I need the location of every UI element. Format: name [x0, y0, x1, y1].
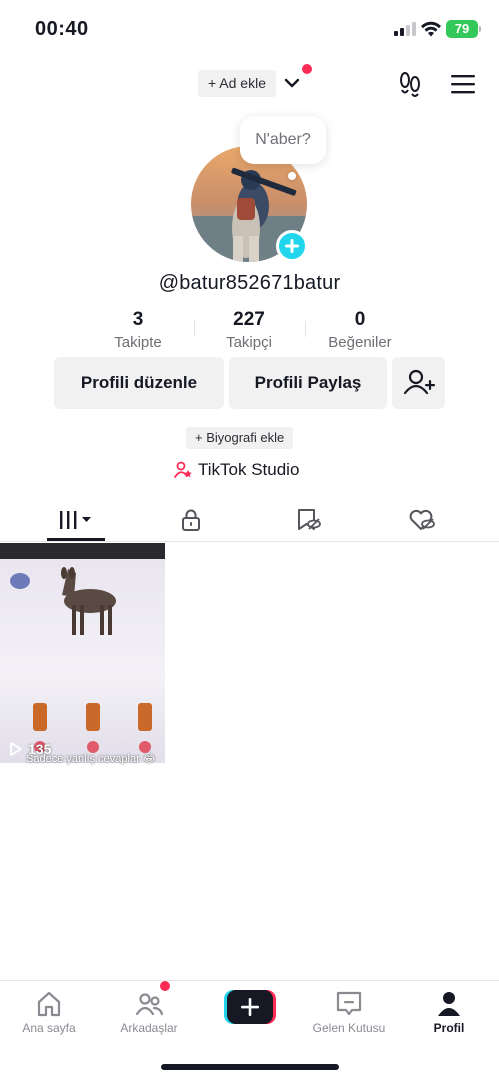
bookmark-hidden-icon [298, 509, 321, 530]
stat-following-label: Takipte [114, 334, 162, 351]
chevron-down-icon[interactable] [283, 74, 301, 92]
stat-likes[interactable]: 0 Beğeniler [305, 309, 415, 351]
heart-hidden-icon [409, 509, 435, 530]
active-tab-indicator [47, 538, 105, 541]
friends-icon [135, 993, 164, 1016]
status-bar: 00:40 79 [0, 0, 499, 58]
add-friend-button[interactable] [392, 357, 445, 409]
add-bio-button[interactable]: + Biyografi ekle [186, 427, 294, 449]
battery-indicator: 79 [446, 20, 478, 38]
tab-reposts[interactable] [278, 500, 338, 540]
lock-icon [182, 509, 200, 531]
friends-notification-dot [160, 981, 170, 991]
nav-home-label: Ana sayfa [22, 1021, 76, 1035]
nav-home[interactable]: Ana sayfa [4, 989, 94, 1035]
tab-videos[interactable] [46, 500, 106, 540]
battery-tip [479, 26, 481, 32]
inbox-icon [336, 991, 362, 1016]
nav-friends-label: Arkadaşlar [120, 1021, 178, 1035]
video-caption: Sadece yanlış cevaplar 😂 [26, 753, 156, 765]
status-time: 00:40 [35, 18, 89, 40]
status-bubble[interactable]: N'aber? [240, 116, 326, 164]
profile-username: @batur852671batur [158, 272, 341, 294]
stat-likes-label: Beğeniler [328, 334, 392, 351]
stat-following-value: 3 [132, 309, 144, 330]
home-indicator [161, 1064, 339, 1070]
edit-profile-button[interactable]: Profili düzenle [54, 357, 224, 409]
nav-inbox-label: Gelen Kutusu [312, 1021, 386, 1035]
cellular-signal-icon [394, 22, 416, 36]
stat-likes-value: 0 [354, 309, 366, 330]
bubble-tail [288, 172, 296, 180]
tiktok-studio-link[interactable]: TikTok Studio [173, 458, 299, 482]
nav-friends[interactable]: Arkadaşlar [104, 989, 194, 1035]
nav-profile-label: Profil [433, 1021, 465, 1035]
studio-icon [174, 461, 192, 478]
tiktok-studio-label: TikTok Studio [198, 460, 300, 479]
nav-profile[interactable]: Profil [404, 989, 494, 1035]
profile-icon [438, 992, 460, 1016]
home-icon [37, 991, 61, 1017]
stat-followers-value: 227 [233, 309, 265, 330]
grid-icon [60, 511, 91, 529]
stat-followers-label: Takipçi [226, 334, 272, 351]
tab-liked[interactable] [392, 500, 452, 540]
add-name-button[interactable]: + Ad ekle [198, 70, 276, 97]
nav-inbox[interactable]: Gelen Kutusu [304, 989, 394, 1035]
add-friend-icon [403, 369, 435, 395]
wifi-icon [421, 21, 441, 37]
footprint-icon[interactable] [396, 70, 424, 98]
stat-following[interactable]: 3 Takipte [83, 309, 193, 351]
video-thumbnail[interactable] [0, 543, 165, 763]
tab-private[interactable] [161, 500, 221, 540]
play-icon [10, 742, 22, 756]
add-avatar-button[interactable] [276, 230, 308, 262]
share-profile-button[interactable]: Profili Paylaş [229, 357, 387, 409]
plus-icon [285, 239, 299, 253]
stat-followers[interactable]: 227 Takipçi [194, 309, 304, 351]
menu-icon[interactable] [450, 73, 476, 95]
profile-tabs [0, 500, 499, 542]
create-button[interactable] [224, 990, 276, 1024]
notification-dot [302, 64, 312, 74]
